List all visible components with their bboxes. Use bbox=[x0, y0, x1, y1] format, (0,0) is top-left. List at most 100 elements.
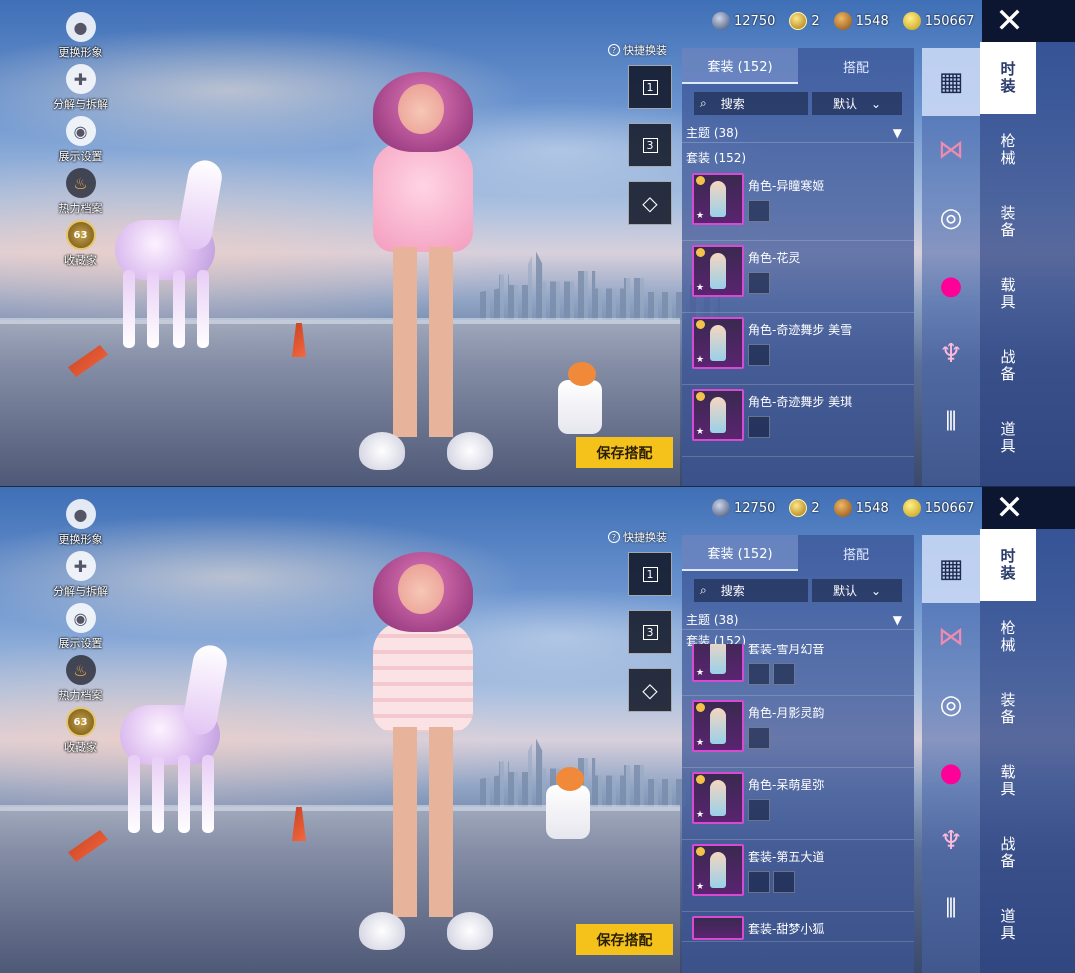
top-clothing-icon[interactable]: ♆ bbox=[922, 320, 980, 388]
tab-outfits[interactable]: 搭配 bbox=[798, 48, 914, 84]
list-item-partial[interactable]: ★ 套装-雪月幻音 bbox=[682, 644, 914, 696]
bp-balance[interactable]: 1548 bbox=[833, 12, 889, 30]
heat-archive-button[interactable]: ♨ 热力档案 bbox=[48, 655, 113, 707]
diamond-slot[interactable]: ◇ bbox=[628, 181, 672, 225]
theme-filter[interactable]: 主题 (38) ▼ bbox=[682, 602, 914, 630]
help-icon[interactable]: ? bbox=[608, 531, 620, 543]
ag-balance[interactable]: 2 bbox=[789, 12, 820, 30]
item-thumbnail: ★ bbox=[692, 772, 744, 824]
help-icon[interactable]: ? bbox=[608, 44, 620, 56]
suit-box-icon[interactable]: ▦ bbox=[922, 48, 980, 116]
pt-balance[interactable]: 150667 bbox=[902, 12, 974, 30]
list-item[interactable]: ★ 角色-异瞳寒姬 bbox=[682, 169, 914, 241]
pet-companion[interactable] bbox=[552, 362, 608, 440]
collector-button[interactable]: 63 收藏家 bbox=[48, 220, 113, 272]
sub-item-thumb bbox=[748, 663, 770, 685]
sub-item-thumb bbox=[748, 871, 770, 893]
hanger-icon: 3 bbox=[642, 624, 658, 640]
list-item[interactable]: ★ 套装-第五大道 bbox=[682, 840, 914, 912]
pt-coin-icon bbox=[902, 499, 921, 517]
glasses-icon[interactable]: ◎ bbox=[922, 671, 980, 739]
change-avatar-button[interactable]: ● 更换形象 bbox=[48, 12, 113, 64]
uc-balance[interactable]: 12750 bbox=[712, 12, 775, 30]
suit-box-icon[interactable]: ▦ bbox=[922, 535, 980, 603]
close-button[interactable]: ✕ bbox=[982, 0, 1075, 42]
sub-item-thumb bbox=[748, 272, 770, 294]
change-avatar-button[interactable]: ● 更换形象 bbox=[48, 499, 113, 551]
quick-slot-3[interactable]: 3 bbox=[628, 610, 672, 654]
category-items[interactable]: 道具 bbox=[980, 402, 1036, 474]
sub-item-thumb bbox=[748, 344, 770, 366]
category-items[interactable]: 道具 bbox=[980, 889, 1036, 961]
item-thumbnail: ★ bbox=[692, 173, 744, 225]
theme-filter[interactable]: 主题 (38) ▼ bbox=[682, 115, 914, 143]
pet-companion[interactable] bbox=[540, 767, 596, 845]
character-model[interactable] bbox=[343, 542, 503, 962]
save-outfit-button[interactable]: 保存搭配 bbox=[576, 437, 673, 468]
tab-outfits[interactable]: 搭配 bbox=[798, 535, 914, 571]
display-settings-button[interactable]: ◉ 展示设置 bbox=[48, 603, 113, 655]
top-clothing-icon[interactable]: ♆ bbox=[922, 807, 980, 875]
quick-slot-1[interactable]: 1 bbox=[628, 552, 672, 596]
glasses-icon[interactable]: ◎ bbox=[922, 184, 980, 252]
list-item[interactable]: ★ 角色-奇迹舞步 美雪 bbox=[682, 313, 914, 385]
category-weapons[interactable]: 枪械 bbox=[980, 114, 1036, 186]
list-item-partial[interactable]: 套装-甜梦小狐 bbox=[682, 912, 914, 942]
pig-mask-icon[interactable]: ● bbox=[922, 252, 980, 320]
category-battle-gear[interactable]: 战备 bbox=[980, 817, 1036, 889]
tab-suits[interactable]: 套装 (152) bbox=[682, 48, 798, 84]
decompose-button[interactable]: ✚ 分解与拆解 bbox=[48, 64, 113, 116]
category-weapons[interactable]: 枪械 bbox=[980, 601, 1036, 673]
quick-change-label: ? 快捷换装 bbox=[608, 42, 667, 58]
bp-balance[interactable]: 1548 bbox=[833, 499, 889, 517]
category-vehicles[interactable]: 载具 bbox=[980, 258, 1036, 330]
item-thumbnail: ★ bbox=[692, 844, 744, 896]
suit-list: ★ 角色-异瞳寒姬 ★ 角色-花灵 ★ 角色-奇迹舞步 美雪 ★ 角色-奇迹舞步 美琪 bbox=[682, 169, 914, 469]
list-item[interactable]: ★ 角色-月影灵韵 bbox=[682, 696, 914, 768]
category-battle-gear[interactable]: 战备 bbox=[980, 330, 1036, 402]
suit-header: 套装 (152) bbox=[686, 151, 747, 165]
search-input[interactable]: ⌕ 搜索 bbox=[694, 92, 808, 115]
ag-balance[interactable]: 2 bbox=[789, 499, 820, 517]
list-item[interactable]: ★ 角色-呆萌星弥 bbox=[682, 768, 914, 840]
left-menu: ● 更换形象 ✚ 分解与拆解 ◉ 展示设置 ♨ 热力档案 63 收藏家 bbox=[48, 499, 113, 759]
diamond-slot[interactable]: ◇ bbox=[628, 668, 672, 712]
pants-icon[interactable]: ⫴ bbox=[922, 388, 980, 456]
crystal-horse-mount bbox=[110, 642, 240, 835]
close-icon: ✕ bbox=[995, 488, 1024, 528]
puzzle-icon: ✚ bbox=[65, 64, 96, 94]
bow-icon[interactable]: ⋈ bbox=[922, 603, 980, 671]
category-equipment[interactable]: 装备 bbox=[980, 673, 1036, 745]
quick-slot-3[interactable]: 3 bbox=[628, 123, 672, 167]
eye-icon: ◉ bbox=[65, 603, 96, 633]
tab-suits[interactable]: 套装 (152) bbox=[682, 535, 798, 571]
bow-icon[interactable]: ⋈ bbox=[922, 116, 980, 184]
pt-balance[interactable]: 150667 bbox=[902, 499, 974, 517]
decompose-button[interactable]: ✚ 分解与拆解 bbox=[48, 551, 113, 603]
quick-slot-1[interactable]: 1 bbox=[628, 65, 672, 109]
currency-bar: 12750 2 1548 150667 bbox=[712, 10, 974, 32]
list-item[interactable]: ★ 角色-奇迹舞步 美琪 bbox=[682, 385, 914, 457]
sub-item-thumb bbox=[748, 200, 770, 222]
uc-balance[interactable]: 12750 bbox=[712, 499, 775, 517]
sort-dropdown[interactable]: 默认 ⌄ bbox=[812, 579, 902, 602]
character-model[interactable] bbox=[343, 62, 503, 482]
collector-button[interactable]: 63 收藏家 bbox=[48, 707, 113, 759]
save-outfit-button[interactable]: 保存搭配 bbox=[576, 924, 673, 955]
sort-dropdown[interactable]: 默认 ⌄ bbox=[812, 92, 902, 115]
pig-mask-icon[interactable]: ● bbox=[922, 739, 980, 807]
outfit-panel: 套装 (152) 搭配 ⌕ 搜索 默认 ⌄ 主题 (38) ▼ 套装 (152) ★ 套… bbox=[682, 535, 914, 973]
list-item[interactable]: ★ 角色-花灵 bbox=[682, 241, 914, 313]
display-settings-button[interactable]: ◉ 展示设置 bbox=[48, 116, 113, 168]
category-vehicles[interactable]: 载具 bbox=[980, 745, 1036, 817]
search-input[interactable]: ⌕ 搜索 bbox=[694, 579, 808, 602]
category-fashion[interactable]: 时装 bbox=[980, 42, 1036, 114]
eye-icon: ◉ bbox=[65, 116, 96, 146]
heat-archive-button[interactable]: ♨ 热力档案 bbox=[48, 168, 113, 220]
category-fashion[interactable]: 时装 bbox=[980, 529, 1036, 601]
close-button[interactable]: ✕ bbox=[982, 487, 1075, 529]
item-thumbnail: ★ bbox=[692, 317, 744, 369]
collector-badge-icon: 63 bbox=[65, 707, 96, 737]
category-equipment[interactable]: 装备 bbox=[980, 186, 1036, 258]
pants-icon[interactable]: ⫴ bbox=[922, 875, 980, 943]
